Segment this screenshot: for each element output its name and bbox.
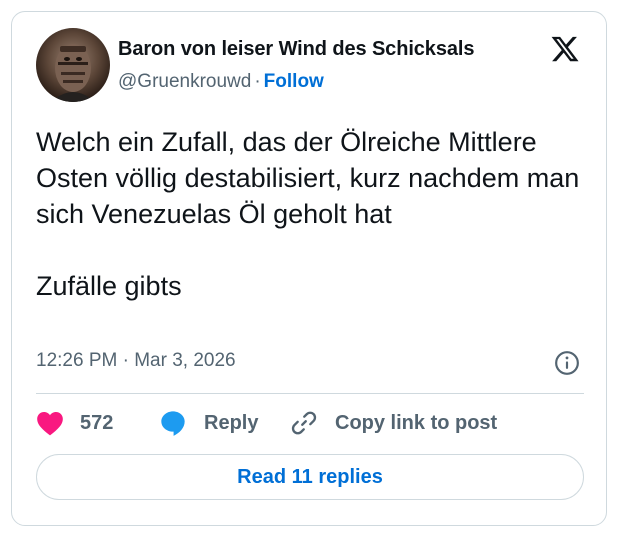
copy-link-label: Copy link to post: [335, 411, 498, 434]
avatar[interactable]: [36, 28, 110, 102]
reply-label: Reply: [204, 411, 259, 434]
divider: [36, 393, 584, 394]
tweet-text: Welch ein Zufall, das der Ölreiche Mittl…: [36, 124, 591, 304]
avatar-image: [55, 44, 91, 102]
separator-dot: ·: [254, 71, 261, 92]
like-button[interactable]: 572: [36, 408, 113, 438]
author-display-name[interactable]: Baron von leiser Wind des Schicksals: [118, 38, 474, 61]
link-icon: [291, 411, 317, 435]
author-handle-row: @Gruenkrouwd · Follow: [118, 71, 324, 93]
info-icon[interactable]: [554, 350, 580, 376]
tweet-timestamp[interactable]: 12:26 PM · Mar 3, 2026: [36, 350, 236, 372]
tweet-card: Baron von leiser Wind des Schicksals @Gr…: [11, 11, 607, 526]
copy-link-button[interactable]: Copy link to post: [290, 408, 497, 438]
heart-icon: [37, 412, 63, 436]
like-count: 572: [80, 411, 114, 434]
read-replies-button[interactable]: Read 11 replies: [36, 454, 584, 500]
follow-link[interactable]: Follow: [264, 71, 324, 92]
reply-bubble-icon: [161, 411, 185, 436]
tweet-paragraph: Zufälle gibts: [36, 271, 182, 301]
tweet-paragraph: Welch ein Zufall, das der Ölreiche Mittl…: [36, 127, 580, 229]
author-handle[interactable]: @Gruenkrouwd: [118, 71, 251, 92]
x-logo-icon[interactable]: [549, 34, 581, 64]
reply-button[interactable]: Reply: [159, 408, 258, 438]
